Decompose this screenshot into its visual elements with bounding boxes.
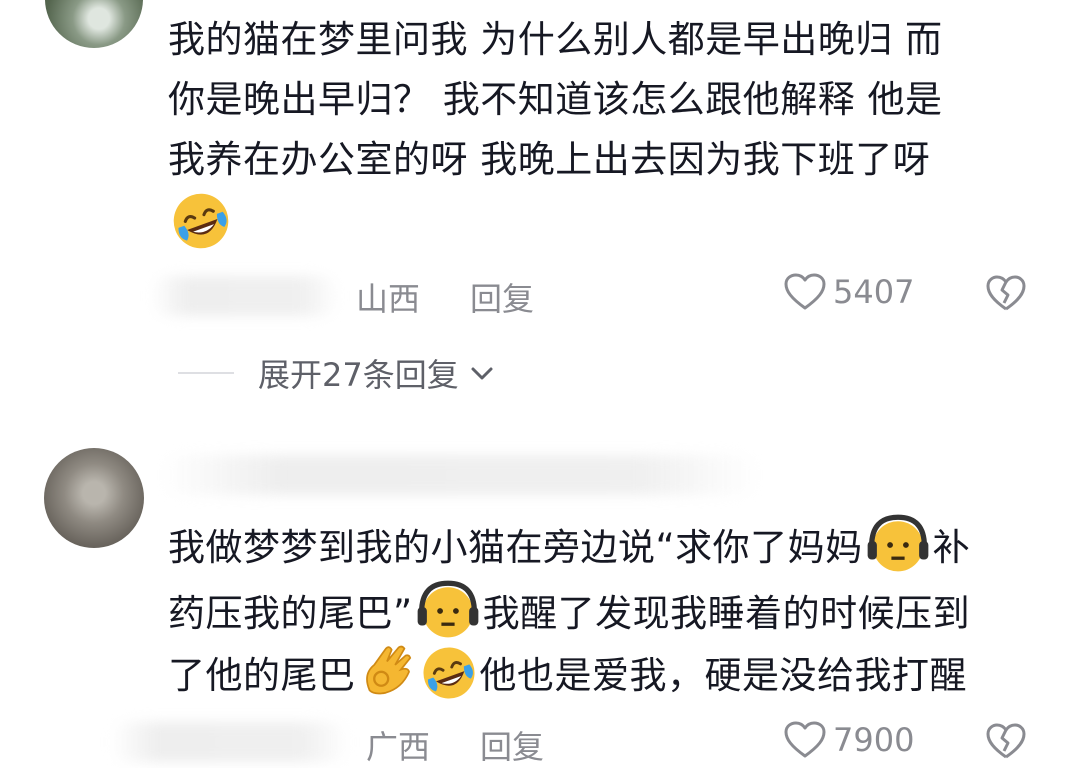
blurred-username xyxy=(160,455,760,495)
comment-text: 我做梦梦到我的小猫在旁边说“求你了妈妈 补 药压我的尾巴” 我醒了发现我睡着的时… xyxy=(168,512,1048,706)
expand-replies-label: 展开27条回复 xyxy=(258,356,459,394)
reply-button[interactable]: 回复 xyxy=(470,274,534,320)
like-button[interactable]: 5407 xyxy=(783,272,914,312)
like-count: 5407 xyxy=(833,273,915,311)
commenter-avatar[interactable] xyxy=(44,448,144,548)
heart-outline-icon xyxy=(784,273,826,310)
like-button[interactable]: 7900 xyxy=(783,720,914,760)
like-count: 7900 xyxy=(833,721,915,759)
ok-hand-emoji-icon xyxy=(365,645,411,695)
broken-heart-icon[interactable] xyxy=(985,721,1027,761)
comment-location: 广西 xyxy=(366,728,431,766)
commenter-avatar[interactable] xyxy=(45,0,143,48)
headphone-worried-emoji-icon xyxy=(867,514,929,572)
expand-replies-button[interactable]: 展开27条回复 xyxy=(178,350,497,396)
heart-outline-icon xyxy=(784,721,826,758)
chevron-down-icon xyxy=(471,367,493,380)
divider-line xyxy=(178,372,234,374)
reply-button[interactable]: 回复 xyxy=(480,722,544,768)
comment-text: 我的猫在梦里问我 为什么别人都是早出晚归 而 你是晚出早归？ 我不知道该怎么跟他… xyxy=(168,10,1048,256)
laughing-crying-emoji-icon xyxy=(173,193,229,249)
broken-heart-icon[interactable] xyxy=(985,273,1027,313)
comment-location: 山西 xyxy=(356,280,421,318)
laughing-crying-emoji-icon xyxy=(422,647,475,699)
blurred-username xyxy=(150,276,340,316)
blurred-username xyxy=(110,722,350,762)
headphone-worried-emoji-icon xyxy=(417,580,479,638)
